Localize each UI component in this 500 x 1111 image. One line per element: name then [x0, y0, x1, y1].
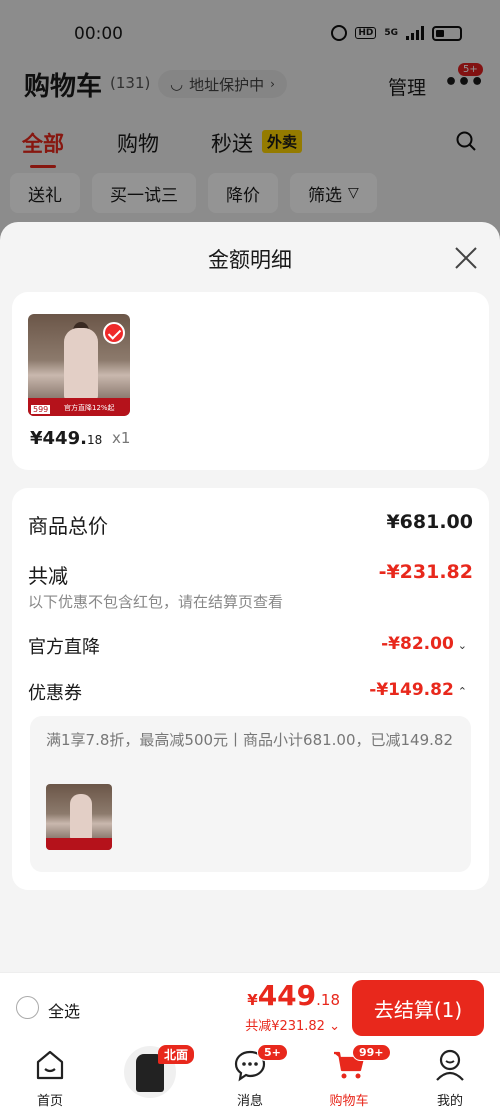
sheet-title: 金额明细: [208, 248, 292, 272]
reduce-label: 共减: [28, 564, 68, 588]
selected-check-icon: [103, 322, 125, 344]
nav-cart-label: 购物车: [329, 1094, 369, 1109]
select-all-radio[interactable]: [16, 996, 39, 1019]
official-value: -¥82.00: [381, 634, 454, 654]
total-int: 449: [257, 979, 317, 1012]
item-qty: x1: [112, 429, 131, 447]
thumb-figure: [64, 328, 98, 400]
checkout-bar: 全选 ¥449.18 共减¥231.82 ⌄ 去结算(1): [0, 972, 500, 1042]
coupon-detail-box: 满1享7.8折，最高减500元丨商品小计681.00，已减149.82: [30, 716, 471, 872]
total-price: ¥449.18: [247, 979, 340, 1012]
item-price-dec: 18: [86, 433, 103, 447]
total-dec: .18: [316, 991, 340, 1009]
thumb2-banner: [46, 838, 112, 850]
nav-home-label: 首页: [36, 1094, 63, 1109]
price-breakdown-card: 商品总价 ¥681.00 共减 -¥231.82 以下优惠不包含红包，请在结算页…: [12, 488, 489, 890]
chevron-down-icon: ⌄: [329, 1019, 340, 1034]
chevron-up-icon: ⌃: [457, 685, 467, 698]
nav-cart[interactable]: 购物车 99+: [314, 1044, 391, 1109]
item-card: 599 官方直降12%起 ¥449.18 x1: [12, 292, 489, 470]
coupon-value-toggle[interactable]: -¥149.82 ⌃: [369, 680, 467, 700]
home-icon: [36, 1050, 64, 1080]
product-thumbnail[interactable]: 599 官方直降12%起: [28, 314, 130, 416]
nav-home[interactable]: 首页: [15, 1048, 85, 1109]
thumb-price: 599: [31, 405, 51, 414]
item-price-int: ¥449.: [30, 428, 87, 449]
cart-badge: 99+: [352, 1044, 391, 1061]
nav-messages[interactable]: 消息 5+: [215, 1044, 288, 1109]
total-label: 商品总价: [28, 514, 108, 538]
item-price: ¥449.18: [30, 428, 102, 449]
total-value: ¥681.00: [386, 511, 473, 533]
promo-brand-tag: 北面: [158, 1045, 195, 1064]
coupon-label: 优惠券: [28, 683, 82, 704]
thumb-banner-text: 官方直降12%起: [64, 404, 115, 412]
total-yen: ¥: [247, 991, 258, 1009]
official-value-toggle[interactable]: -¥82.00 ⌄: [381, 634, 467, 654]
reduce-note: 以下优惠不包含红包，请在结算页查看: [28, 593, 284, 611]
coupon-product-thumbnail: [46, 784, 112, 850]
official-label: 官方直降: [28, 637, 100, 658]
bottom-tab-bar: 首页 消息 5+ 购物车 99+ 我的: [0, 1042, 500, 1111]
coupon-detail-text: 满1享7.8折，最高减500元丨商品小计681.00，已减149.82: [46, 731, 454, 749]
nav-me[interactable]: 我的: [415, 1048, 485, 1109]
close-icon[interactable]: [454, 246, 478, 270]
coupon-value: -¥149.82: [369, 680, 454, 700]
messages-badge: 5+: [257, 1044, 288, 1061]
checkout-button[interactable]: 去结算(1): [352, 980, 484, 1036]
chevron-down-icon: ⌄: [457, 639, 467, 652]
dim-overlay[interactable]: [0, 0, 500, 230]
saved-amount: 共减¥231.82: [245, 1019, 325, 1034]
reduce-value: -¥231.82: [378, 561, 473, 583]
saved-amount-toggle[interactable]: 共减¥231.82 ⌄: [245, 1015, 340, 1034]
nav-messages-label: 消息: [236, 1094, 263, 1109]
nav-me-label: 我的: [436, 1094, 463, 1109]
select-all-label[interactable]: 全选: [48, 998, 80, 1022]
thumb2-figure: [70, 794, 92, 840]
profile-icon: [436, 1049, 464, 1081]
